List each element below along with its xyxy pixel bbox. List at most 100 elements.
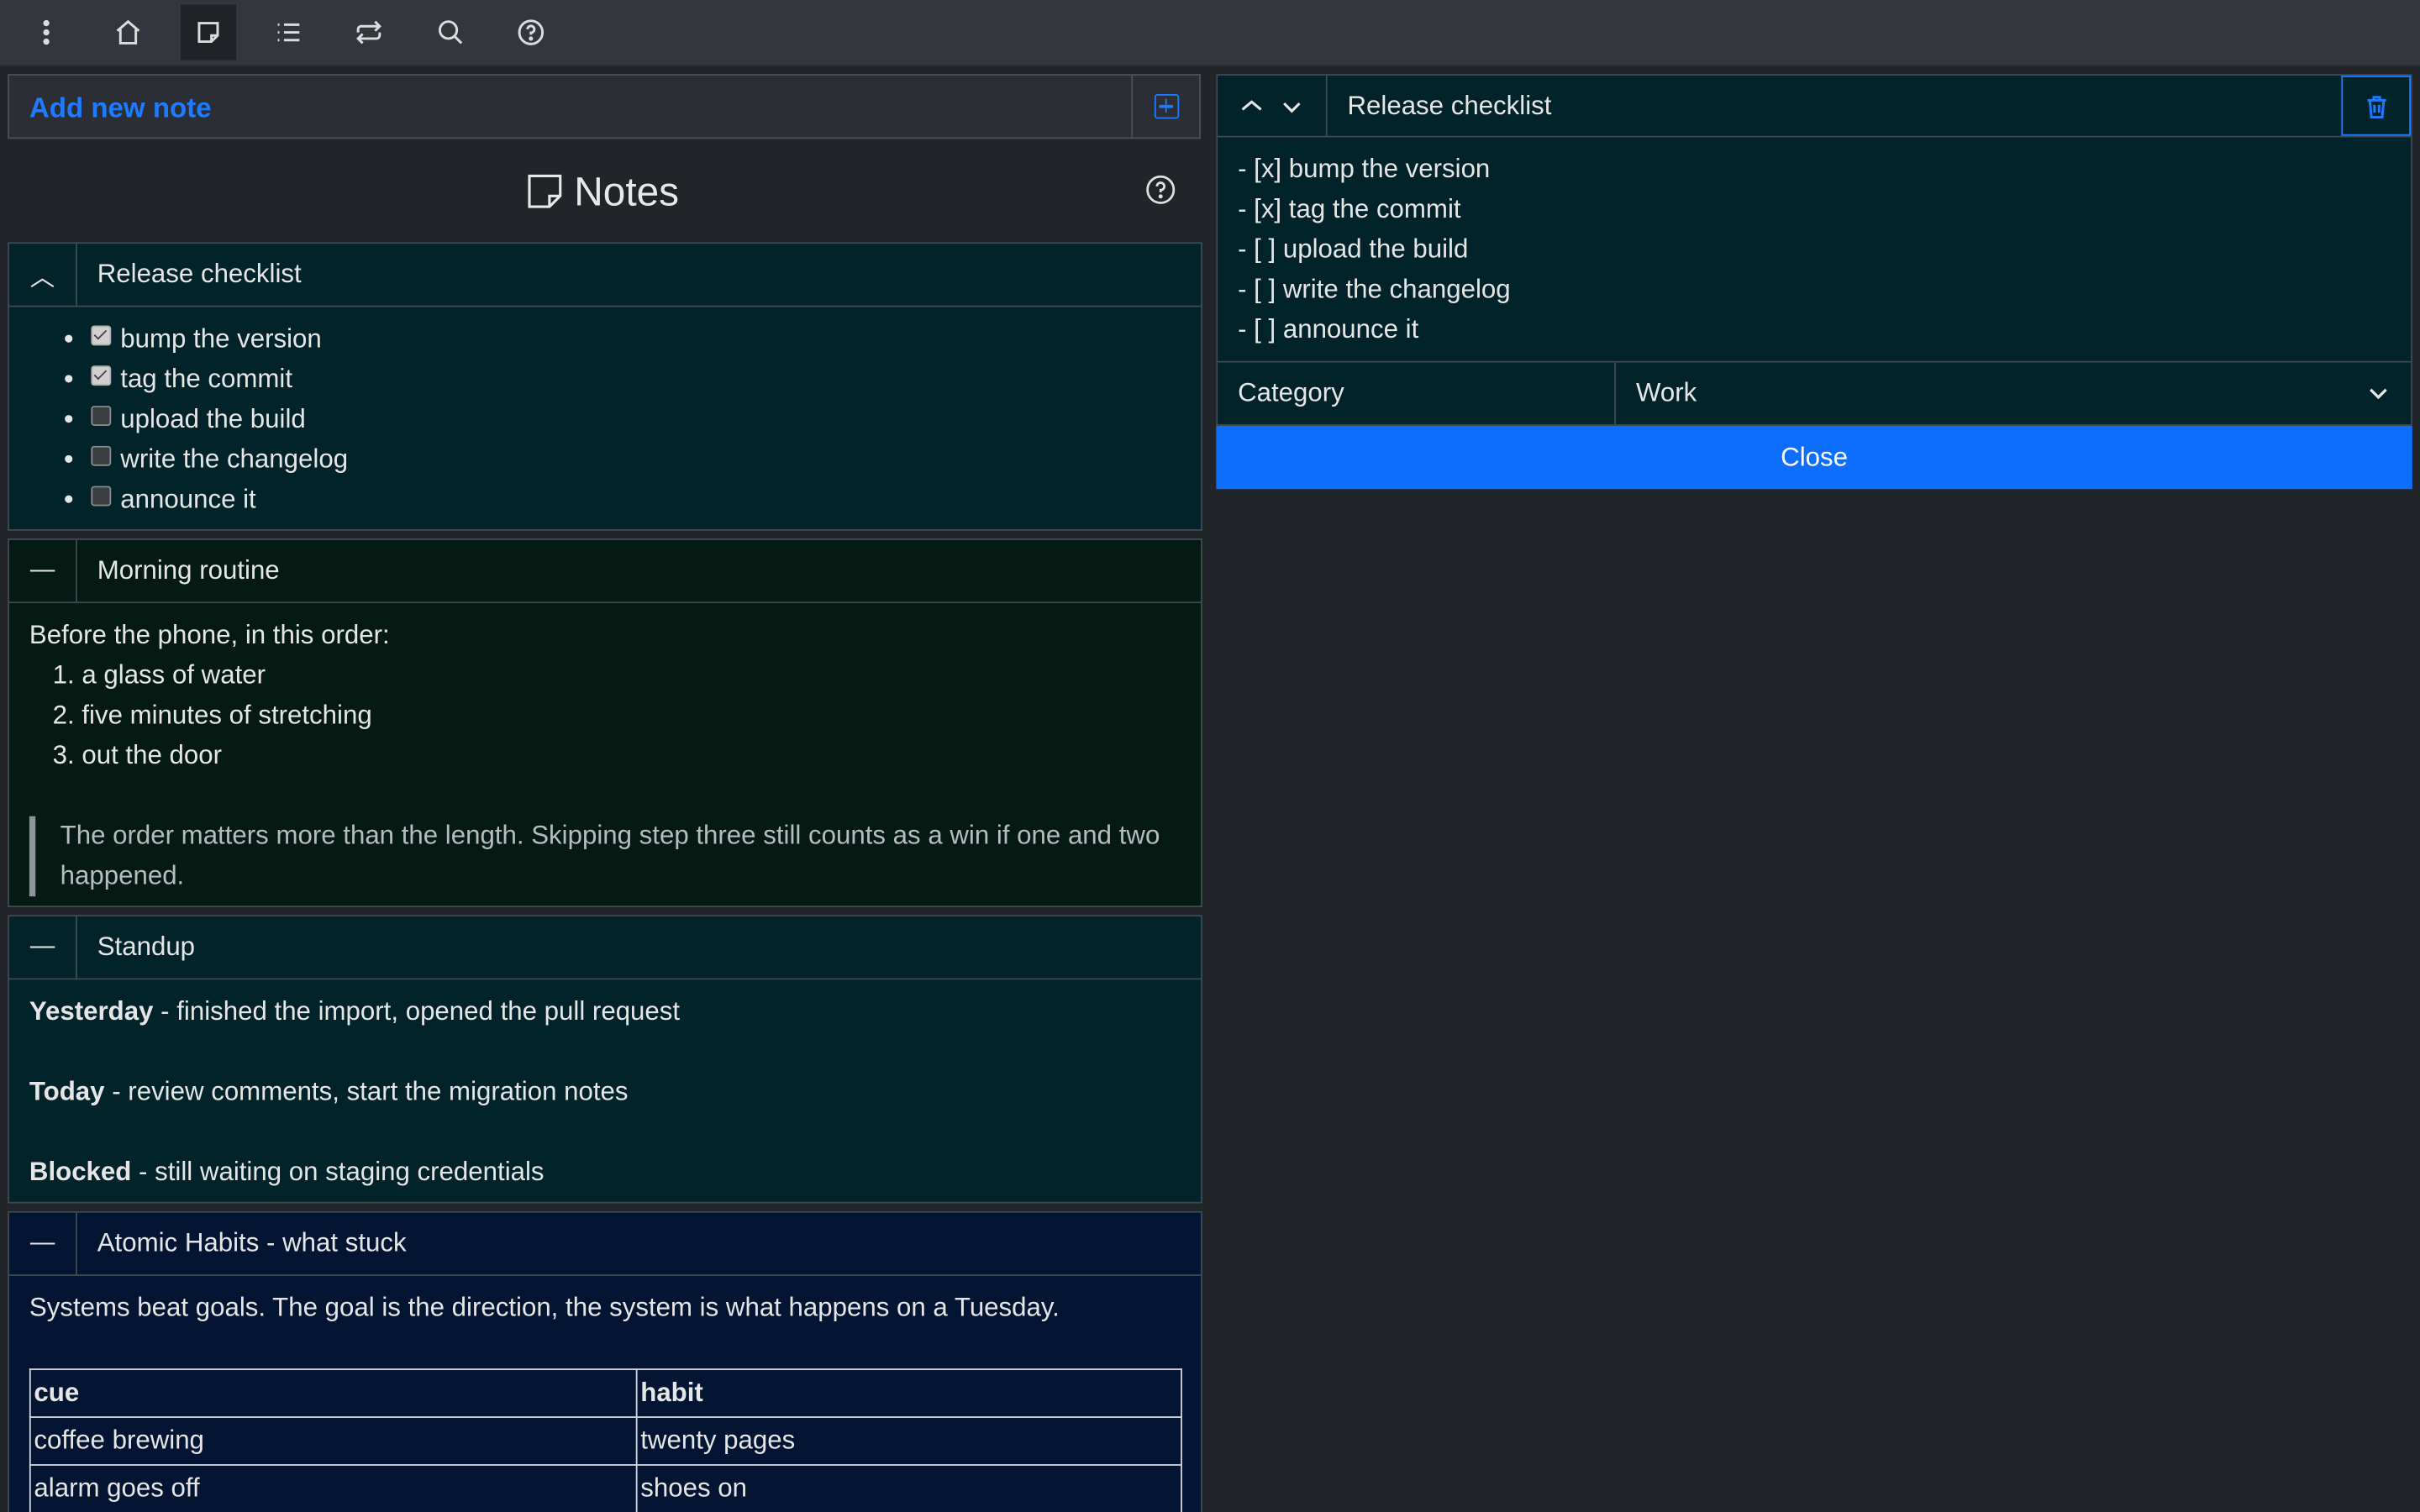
collapse-toggle[interactable]: — bbox=[9, 539, 77, 602]
checkbox-unchecked[interactable] bbox=[91, 486, 112, 507]
list-icon bbox=[277, 23, 300, 42]
top-toolbar bbox=[0, 0, 2420, 66]
note-title[interactable]: Morning routine bbox=[97, 555, 280, 586]
note-intro: Before the phone, in this order: bbox=[29, 620, 390, 650]
search-icon bbox=[439, 20, 463, 45]
checklist-item: announce it bbox=[91, 480, 1181, 520]
note-header[interactable]: — Standup bbox=[9, 916, 1201, 980]
collapse-toggle[interactable]: ︿ bbox=[9, 244, 77, 306]
note-body: Systems beat goals. The goal is the dire… bbox=[9, 1276, 1201, 1512]
list-item: out the door bbox=[82, 736, 1181, 776]
table-cell: shoes on bbox=[635, 1464, 1182, 1512]
add-note-bar[interactable]: Add new note bbox=[8, 74, 1201, 139]
editor-line: - [ ] upload the build bbox=[1238, 234, 1469, 265]
checklist-item: tag the commit bbox=[91, 360, 1181, 400]
standup-entry: Blocked - still waiting on staging crede… bbox=[29, 1152, 1181, 1193]
collapse-toggle[interactable]: — bbox=[9, 916, 77, 979]
page-title: Notes bbox=[524, 164, 679, 219]
home-button[interactable] bbox=[100, 5, 155, 60]
chevron-down-icon bbox=[2370, 388, 2387, 400]
category-select[interactable]: Work bbox=[1614, 362, 2411, 425]
sync-button[interactable] bbox=[341, 5, 397, 60]
note-header[interactable]: — Morning routine bbox=[9, 539, 1201, 604]
note-card-morning-routine: — Morning routine Before the phone, in t… bbox=[8, 538, 1202, 909]
note-card-release-checklist: ︿ Release checklist bump the version tag… bbox=[8, 242, 1202, 533]
note-intro: Systems beat goals. The goal is the dire… bbox=[29, 1293, 1060, 1323]
editor-line: - [ ] write the changelog bbox=[1238, 274, 1511, 304]
editor-line: - [ ] announce it bbox=[1238, 314, 1419, 344]
category-label: Category bbox=[1238, 378, 1344, 407]
table-cell: twenty pages bbox=[635, 1416, 1182, 1466]
checklist-item-text: write the changelog bbox=[120, 444, 349, 474]
close-button[interactable]: Close bbox=[1216, 425, 2412, 490]
checkbox-unchecked[interactable] bbox=[91, 406, 112, 426]
delete-note-button[interactable] bbox=[2341, 76, 2411, 136]
entry-label: Today bbox=[29, 1077, 105, 1106]
habit-table: cue habit coffee brewing twenty pages al… bbox=[29, 1368, 1182, 1512]
note-title[interactable]: Standup bbox=[97, 932, 195, 963]
app-viewport: Add new note Notes ︿ Release checklist b… bbox=[0, 0, 2420, 1512]
checklist-item-text: announce it bbox=[120, 484, 256, 514]
more-menu-button[interactable] bbox=[18, 5, 74, 60]
entry-text: - review comments, start the migration n… bbox=[104, 1077, 629, 1106]
editor-title-input[interactable]: Release checklist bbox=[1347, 91, 1551, 122]
notes-help-button[interactable] bbox=[1145, 175, 1176, 206]
checkbox-unchecked[interactable] bbox=[91, 445, 112, 466]
table-header-row: cue habit bbox=[29, 1368, 1182, 1418]
editor-line: - [x] tag the commit bbox=[1238, 194, 1461, 224]
table-header: habit bbox=[635, 1368, 1182, 1418]
note-card-atomic-habits: — Atomic Habits - what stuck Systems bea… bbox=[8, 1210, 1202, 1512]
note-editor-panel: Release checklist - [x] bump the version… bbox=[1216, 74, 2412, 490]
note-body: bump the version tag the commit upload t… bbox=[9, 307, 1201, 533]
checklist-item-text: upload the build bbox=[120, 404, 306, 434]
more-vertical-icon bbox=[43, 19, 50, 45]
add-note-label[interactable]: Add new note bbox=[29, 92, 212, 125]
help-icon bbox=[518, 19, 544, 45]
editor-textarea[interactable]: - [x] bump the version - [x] tag the com… bbox=[1216, 137, 2412, 363]
checklist: bump the version tag the commit upload t… bbox=[29, 319, 1181, 520]
note-body: Yesterday - finished the import, opened … bbox=[9, 979, 1201, 1205]
add-note-button[interactable] bbox=[1131, 76, 1199, 138]
search-button[interactable] bbox=[423, 5, 478, 60]
help-button[interactable] bbox=[503, 5, 559, 60]
note-header[interactable]: — Atomic Habits - what stuck bbox=[9, 1212, 1201, 1276]
table-header: cue bbox=[29, 1368, 638, 1418]
note-title[interactable]: Release checklist bbox=[97, 260, 302, 291]
plus-square-icon bbox=[1153, 94, 1179, 119]
editor-nav-buttons bbox=[1218, 76, 1328, 136]
category-value: Work bbox=[1635, 378, 1697, 407]
table-cell: alarm goes off bbox=[29, 1464, 638, 1512]
page-title-text: Notes bbox=[574, 167, 680, 214]
note-header[interactable]: ︿ Release checklist bbox=[9, 244, 1201, 307]
entry-label: Yesterday bbox=[29, 996, 154, 1026]
repeat-icon bbox=[356, 20, 381, 45]
standup-entry: Today - review comments, start the migra… bbox=[29, 1073, 1181, 1113]
ordered-list: a glass of water five minutes of stretch… bbox=[29, 656, 1181, 776]
checklist-item: write the changelog bbox=[91, 439, 1181, 480]
category-row: Category Work bbox=[1216, 362, 2412, 426]
help-icon bbox=[1146, 175, 1176, 204]
table-row: alarm goes off shoes on bbox=[29, 1464, 1182, 1512]
collapse-toggle[interactable]: — bbox=[9, 1212, 77, 1275]
entry-label: Blocked bbox=[29, 1157, 132, 1187]
table-cell: coffee brewing bbox=[29, 1416, 638, 1466]
home-icon bbox=[116, 19, 140, 45]
list-item: a glass of water bbox=[82, 656, 1181, 696]
chevron-down-icon[interactable] bbox=[1280, 93, 1304, 118]
list-button[interactable] bbox=[260, 5, 316, 60]
checklist-item: bump the version bbox=[91, 319, 1181, 360]
entry-text: - finished the import, opened the pull r… bbox=[153, 996, 681, 1026]
standup-entry: Yesterday - finished the import, opened … bbox=[29, 992, 1181, 1032]
editor-line: - [x] bump the version bbox=[1238, 154, 1491, 184]
note-body: Before the phone, in this order: a glass… bbox=[9, 603, 1201, 909]
checklist-item-text: tag the commit bbox=[120, 364, 293, 394]
checkbox-checked[interactable] bbox=[91, 325, 112, 346]
editor-header: Release checklist bbox=[1216, 74, 2412, 138]
checkbox-checked[interactable] bbox=[91, 365, 112, 386]
checklist-item: upload the build bbox=[91, 400, 1181, 440]
notes-nav-button[interactable] bbox=[180, 4, 237, 60]
table-row: coffee brewing twenty pages bbox=[29, 1416, 1182, 1466]
blockquote: The order matters more than the length. … bbox=[29, 816, 1181, 897]
chevron-up-icon[interactable] bbox=[1239, 93, 1264, 118]
note-title[interactable]: Atomic Habits - what stuck bbox=[97, 1228, 407, 1259]
